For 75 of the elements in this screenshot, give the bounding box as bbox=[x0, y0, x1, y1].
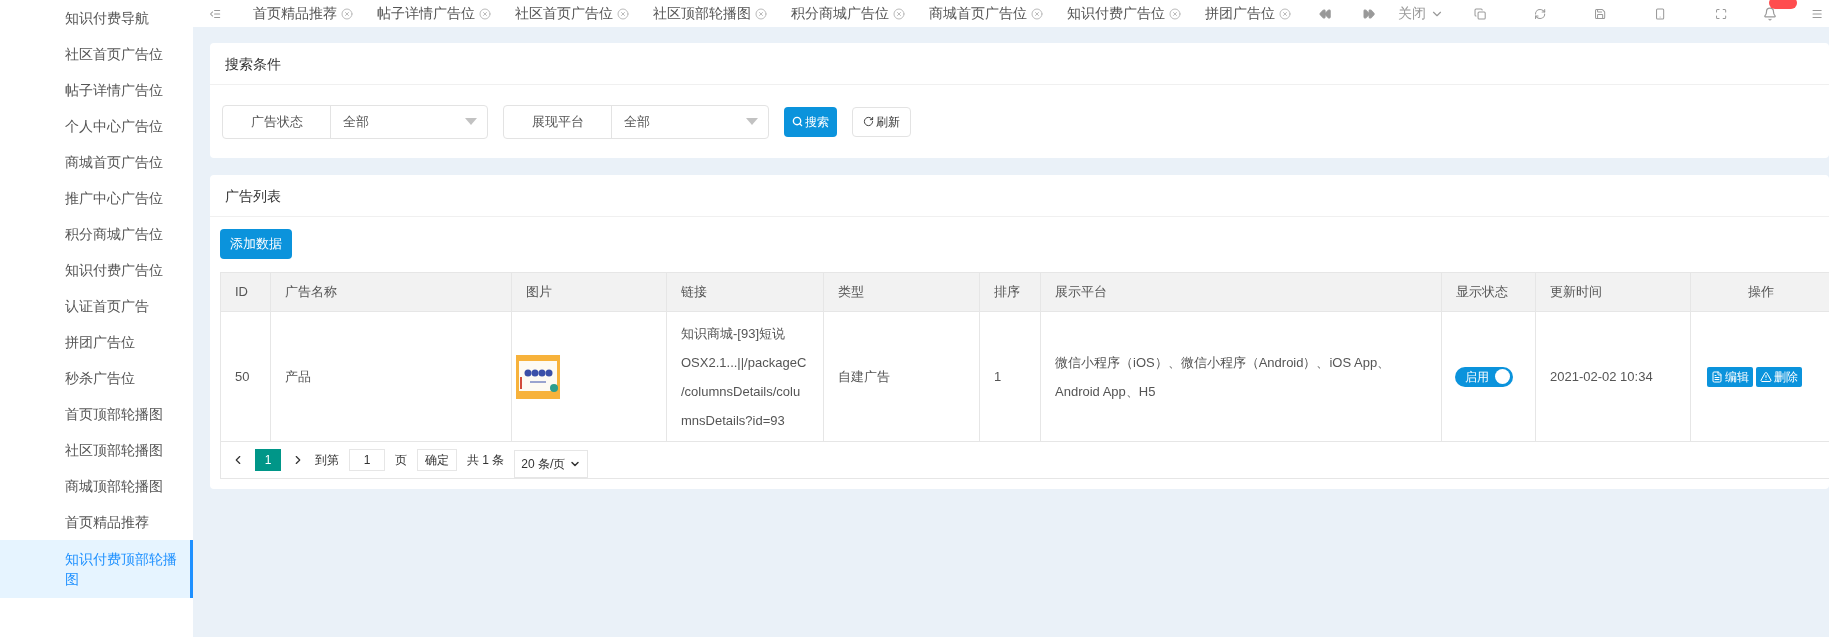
sidebar-item[interactable]: 社区首页广告位 bbox=[0, 36, 193, 72]
column-header: 更新时间 bbox=[1536, 273, 1691, 311]
column-header: 链接 bbox=[667, 273, 824, 311]
document-icon bbox=[1711, 370, 1723, 383]
table-cell: 产品 bbox=[271, 312, 512, 441]
sidebar-item[interactable]: 社区顶部轮播图 bbox=[0, 432, 193, 468]
bell-icon[interactable] bbox=[1762, 6, 1777, 21]
page-input[interactable]: 1 bbox=[349, 449, 385, 471]
sidebar-item[interactable]: 知识付费导航 bbox=[0, 0, 193, 36]
page-icon[interactable] bbox=[1473, 6, 1486, 21]
card-title: 广告列表 bbox=[210, 175, 1829, 217]
sidebar-item[interactable]: 商城首页广告位 bbox=[0, 144, 193, 180]
page-size-select[interactable]: 20 条/页 bbox=[514, 450, 589, 478]
close-icon[interactable] bbox=[755, 7, 768, 20]
table-cell-text: 知识商城-[93]短说OSX2.1...||/packageC/columnsDetails/columnsDetails?id=93 bbox=[681, 324, 808, 430]
refresh-icon bbox=[863, 116, 874, 127]
close-icon[interactable] bbox=[893, 7, 906, 20]
close-icon[interactable] bbox=[341, 7, 354, 20]
sidebar-item[interactable]: 秒杀广告位 bbox=[0, 360, 193, 396]
total-count: 共 1 条 bbox=[467, 452, 505, 469]
fast-forward-icon[interactable] bbox=[1363, 6, 1376, 21]
page-tab[interactable]: 社区首页广告位 bbox=[503, 3, 642, 24]
fullscreen-icon[interactable] bbox=[1714, 6, 1727, 21]
goto-label: 到第 bbox=[315, 452, 339, 469]
page-tab[interactable]: 首页精品推荐 bbox=[241, 3, 366, 24]
warning-icon bbox=[1760, 370, 1772, 383]
caret-icon bbox=[746, 118, 758, 125]
close-icon[interactable] bbox=[1279, 7, 1292, 20]
sidebar-item[interactable]: 帖子详情广告位 bbox=[0, 72, 193, 108]
column-header: 广告名称 bbox=[271, 273, 512, 311]
search-icon bbox=[792, 116, 803, 127]
column-header: 类型 bbox=[824, 273, 980, 311]
refresh-icon[interactable] bbox=[1533, 6, 1547, 21]
card-title: 搜索条件 bbox=[210, 43, 1829, 85]
table-cell: 50 bbox=[221, 312, 271, 441]
refresh-button[interactable]: 刷新 bbox=[852, 106, 911, 137]
table-cell: 自建广告 bbox=[824, 312, 980, 441]
close-icon[interactable] bbox=[1169, 7, 1182, 20]
page-unit: 页 bbox=[395, 452, 407, 469]
save-icon[interactable] bbox=[1594, 6, 1607, 21]
page-tab[interactable]: 商城首页广告位 bbox=[917, 3, 1056, 24]
sidebar-item[interactable]: 首页顶部轮播图 bbox=[0, 396, 193, 432]
filter-select[interactable]: 展现平台 全部 bbox=[503, 104, 769, 139]
rewind-icon[interactable] bbox=[1319, 6, 1332, 21]
sidebar-item[interactable]: 商城顶部轮播图 bbox=[0, 468, 193, 504]
column-header: 显示状态 bbox=[1442, 273, 1536, 311]
page-tab[interactable]: 拼团广告位 bbox=[1193, 3, 1304, 24]
sidebar-item[interactable]: 个人中心广告位 bbox=[0, 108, 193, 144]
sidebar-item[interactable]: 拼团广告位 bbox=[0, 324, 193, 360]
table-cell-text: 微信小程序（iOS）、微信小程序（Android）、iOS App、Android App、H5 bbox=[1055, 353, 1392, 401]
column-header: 操作 bbox=[1691, 273, 1829, 311]
sidebar-item[interactable]: 知识付费广告位 bbox=[0, 252, 193, 288]
phone-icon[interactable] bbox=[1654, 6, 1667, 21]
close-icon[interactable] bbox=[1031, 7, 1044, 20]
page-button[interactable]: 1 bbox=[255, 449, 281, 471]
sidebar-item[interactable]: 首页精品推荐 bbox=[0, 504, 193, 540]
page-tab[interactable]: 积分商城广告位 bbox=[779, 3, 918, 24]
column-header: 排序 bbox=[980, 273, 1041, 311]
sidebar-item[interactable]: 积分商城广告位 bbox=[0, 216, 193, 252]
column-header: 图片 bbox=[512, 273, 667, 311]
page-tab[interactable]: 社区顶部轮播图 bbox=[641, 3, 780, 24]
close-icon[interactable] bbox=[617, 7, 630, 20]
column-header: ID bbox=[221, 273, 271, 311]
page-tab[interactable]: 知识付费广告位 bbox=[1055, 3, 1194, 24]
sidebar-item[interactable]: 认证首页广告 bbox=[0, 288, 193, 324]
table-cell: 2021-02-02 10:34 bbox=[1536, 312, 1691, 441]
filter-select[interactable]: 广告状态 全部 bbox=[222, 104, 488, 139]
close-icon[interactable] bbox=[479, 7, 492, 20]
confirm-button[interactable]: 确定 bbox=[417, 449, 457, 471]
table-cell: 1 bbox=[980, 312, 1041, 441]
caret-icon bbox=[465, 118, 477, 125]
notification-badge bbox=[1768, 0, 1797, 9]
page-tab[interactable]: 帖子详情广告位 bbox=[365, 3, 504, 24]
sidebar-item[interactable]: 推广中心广告位 bbox=[0, 180, 193, 216]
column-header: 展示平台 bbox=[1041, 273, 1442, 311]
